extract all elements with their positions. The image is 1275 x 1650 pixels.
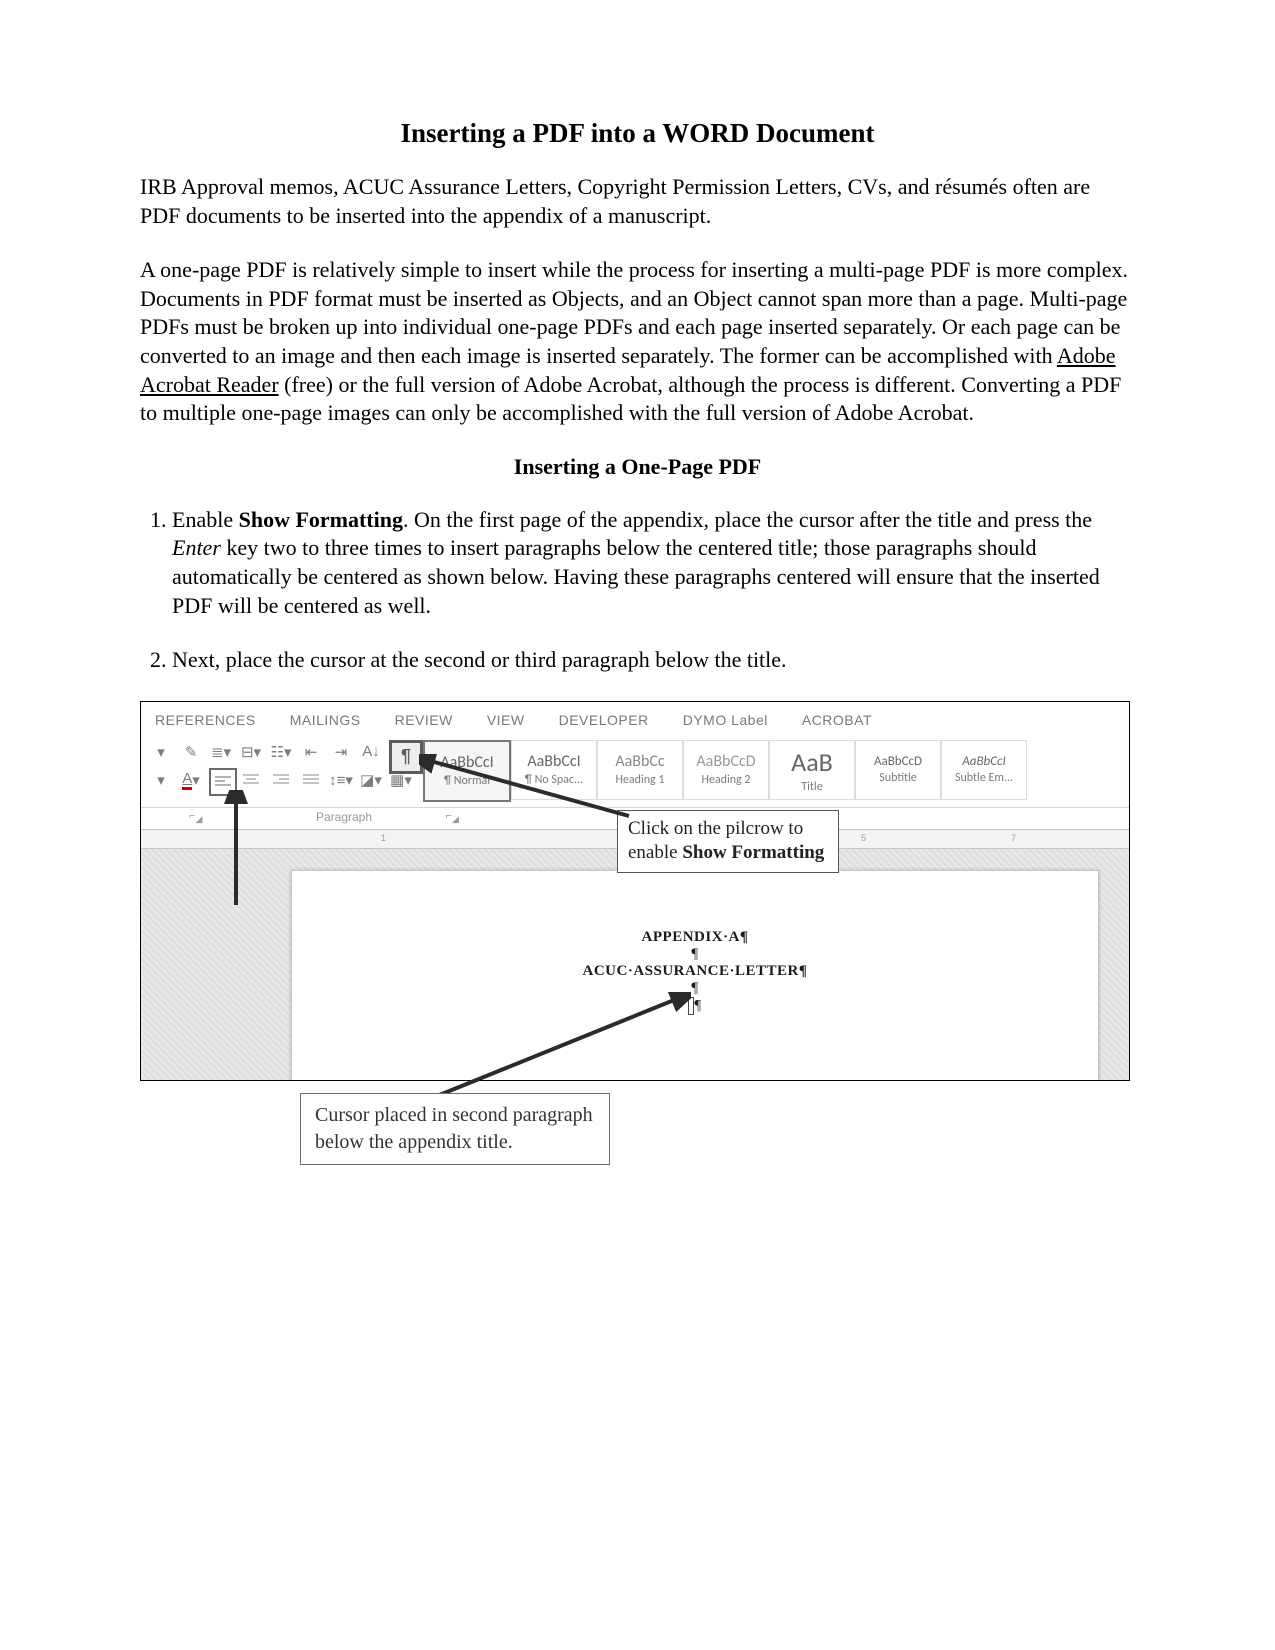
- style-preview: AaBbCcI: [962, 754, 1005, 769]
- page-title: Inserting a PDF into a WORD Document: [140, 118, 1135, 149]
- section-heading: Inserting a One-Page PDF: [140, 454, 1135, 480]
- style-subtitle[interactable]: AaBbCcD Subtitle: [855, 740, 941, 800]
- para2-a: A one-page PDF is relatively simple to i…: [140, 257, 1128, 368]
- ruler-mark: 1: [381, 833, 386, 843]
- style-name: ¶ No Spac...: [525, 773, 583, 787]
- style-nospacing[interactable]: AaBbCcI ¶ No Spac...: [511, 740, 597, 800]
- figure-container: REFERENCES MAILINGS REVIEW VIEW DEVELOPE…: [140, 701, 1135, 1191]
- style-heading2[interactable]: AaBbCcD Heading 2: [683, 740, 769, 800]
- doc-pilcrow-3: ¶: [694, 997, 701, 1013]
- style-title[interactable]: AaB Title: [769, 740, 855, 800]
- line-spacing-icon[interactable]: ↕≡▾: [329, 768, 353, 792]
- style-preview: AaBbCc: [615, 752, 664, 771]
- ruler-mark: 5: [861, 833, 866, 843]
- doc-pilcrow-2: ¶: [292, 980, 1098, 997]
- page: APPENDIX·A¶ ¶ ACUC·ASSURANCE·LETTER¶ ¶ ¶: [291, 870, 1099, 1080]
- intro-paragraph-2: A one-page PDF is relatively simple to i…: [140, 256, 1135, 428]
- cursor-line: ¶: [292, 997, 1098, 1015]
- tab-review[interactable]: REVIEW: [395, 712, 453, 728]
- doc-line-1: APPENDIX·A¶: [292, 929, 1098, 946]
- step1-rest2: key two to three times to insert paragra…: [172, 535, 1100, 617]
- style-name: Title: [801, 780, 822, 794]
- doc-line-2: ACUC·ASSURANCE·LETTER¶: [292, 963, 1098, 980]
- callout-pilcrow: Click on the pilcrow to enable Show Form…: [617, 810, 839, 873]
- dropdown-icon[interactable]: ▾: [149, 740, 173, 764]
- step-2: Next, place the cursor at the second or …: [172, 646, 1135, 675]
- tab-dymo[interactable]: DYMO Label: [683, 712, 768, 728]
- callout1-line1: Click on the pilcrow to: [628, 818, 803, 839]
- increase-indent-icon[interactable]: ⇥: [329, 740, 353, 764]
- document-content: APPENDIX·A¶ ¶ ACUC·ASSURANCE·LETTER¶ ¶ ¶: [292, 871, 1098, 1015]
- tab-acrobat[interactable]: ACROBAT: [802, 712, 872, 728]
- font-paragraph-group: ▾ ✎ ≣▾ ⊟▾ ☷▾ ⇤ ⇥ A↓ ¶ ▾ A▾: [149, 740, 413, 805]
- ribbon-tabs: REFERENCES MAILINGS REVIEW VIEW DEVELOPE…: [141, 702, 1129, 734]
- doc-pilcrow-1: ¶: [292, 946, 1098, 963]
- dropdown2-icon[interactable]: ▾: [149, 768, 173, 792]
- steps-list: Enable Show Formatting. On the first pag…: [140, 506, 1135, 675]
- group-paragraph-label: Paragraph: [279, 810, 409, 825]
- bullets-icon[interactable]: ≣▾: [209, 740, 233, 764]
- style-preview: AaB: [791, 746, 833, 778]
- intro-paragraph-1: IRB Approval memos, ACUC Assurance Lette…: [140, 173, 1135, 230]
- word-screenshot: REFERENCES MAILINGS REVIEW VIEW DEVELOPE…: [140, 701, 1130, 1081]
- tab-references[interactable]: REFERENCES: [155, 712, 256, 728]
- style-subtleem[interactable]: AaBbCcI Subtle Em...: [941, 740, 1027, 800]
- style-preview: AaBbCcD: [696, 752, 755, 771]
- shading-icon[interactable]: ◪▾: [359, 768, 383, 792]
- tab-developer[interactable]: DEVELOPER: [559, 712, 649, 728]
- style-name: Subtitle: [879, 771, 917, 785]
- align-center-icon[interactable]: [239, 768, 263, 792]
- tab-view[interactable]: VIEW: [487, 712, 525, 728]
- style-name: Heading 2: [701, 773, 750, 787]
- decrease-indent-icon[interactable]: ⇤: [299, 740, 323, 764]
- style-name: ¶ Normal: [444, 774, 490, 788]
- style-preview: AaBbCcD: [874, 754, 922, 769]
- step1-lead: Enable: [172, 507, 239, 532]
- style-heading1[interactable]: AaBbCc Heading 1: [597, 740, 683, 800]
- style-preview: AaBbCcI: [527, 752, 580, 771]
- callout-cursor: Cursor placed in second paragraph below …: [300, 1093, 610, 1165]
- callout1-bold: Show Formatting: [682, 842, 824, 863]
- style-preview: AaBbCcI: [440, 753, 493, 772]
- style-normal[interactable]: AaBbCcI ¶ Normal: [423, 740, 511, 802]
- styles-gallery: AaBbCcI ¶ Normal AaBbCcI ¶ No Spac... AaBb…: [423, 740, 1027, 805]
- para2-b: (free) or the full version of Adobe Acro…: [140, 372, 1121, 426]
- step1-ital: Enter: [172, 535, 221, 560]
- style-name: Subtle Em...: [955, 771, 1013, 785]
- step-1: Enable Show Formatting. On the first pag…: [172, 506, 1135, 620]
- align-left-icon[interactable]: [209, 768, 237, 796]
- step1-bold: Show Formatting: [239, 507, 403, 532]
- font-color-icon[interactable]: A▾: [179, 768, 203, 792]
- align-right-icon[interactable]: [269, 768, 293, 792]
- callout1-line2a: enable: [628, 842, 682, 863]
- numbering-icon[interactable]: ⊟▾: [239, 740, 263, 764]
- step1-rest: . On the first page of the appendix, pla…: [403, 507, 1092, 532]
- tab-mailings[interactable]: MAILINGS: [290, 712, 361, 728]
- multilevel-icon[interactable]: ☷▾: [269, 740, 293, 764]
- sort-icon[interactable]: A↓: [359, 740, 383, 764]
- border-icon[interactable]: ▦▾: [389, 768, 413, 792]
- ribbon-body: ▾ ✎ ≣▾ ⊟▾ ☷▾ ⇤ ⇥ A↓ ¶ ▾ A▾: [141, 734, 1129, 808]
- justify-icon[interactable]: [299, 768, 323, 792]
- ruler-mark: 7: [1011, 833, 1016, 843]
- style-name: Heading 1: [615, 773, 664, 787]
- format-painter-icon[interactable]: ✎: [179, 740, 203, 764]
